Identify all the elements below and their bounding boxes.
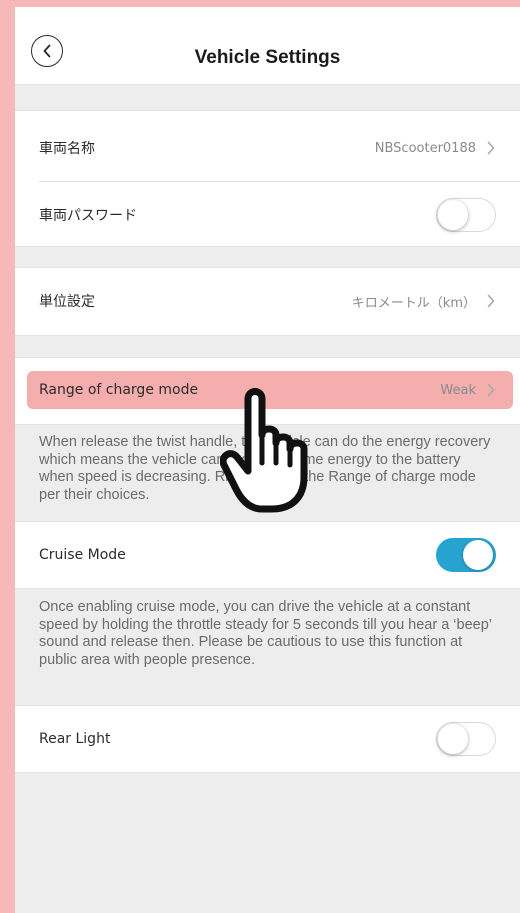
vehicle-name-label: 車両名称 — [39, 141, 95, 157]
cruise-mode-label: Cruise Mode — [39, 547, 126, 563]
rear-light-label: Rear Light — [39, 731, 111, 747]
units-row[interactable]: 単位設定 キロメートル（km） — [15, 268, 520, 334]
hand-pointer-icon — [220, 388, 308, 513]
cruise-mode-description: Once enabling cruise mode, you can drive… — [39, 599, 492, 668]
vehicle-password-label: 車両パスワード — [39, 208, 137, 224]
vehicle-password-row: 車両パスワード — [15, 182, 520, 248]
vehicle-name-row[interactable]: 車両名称 NBScooter0188 — [15, 115, 520, 181]
cruise-mode-row: Cruise Mode — [15, 522, 520, 588]
toggle-knob — [438, 724, 468, 754]
units-value: キロメートル（km） — [351, 295, 476, 311]
chevron-right-icon — [487, 294, 495, 308]
vehicle-name-value: NBScooter0188 — [374, 140, 476, 156]
rear-light-group: Rear Light — [15, 705, 520, 773]
page-title: Vehicle Settings — [194, 47, 341, 68]
charge-mode-value: Weak — [440, 382, 476, 398]
vehicle-password-toggle[interactable] — [436, 198, 496, 232]
rear-light-toggle[interactable] — [436, 722, 496, 756]
vehicle-group: 車両名称 NBScooter0188 車両パスワード — [15, 110, 520, 247]
toggle-knob — [463, 540, 493, 570]
units-label: 単位設定 — [39, 294, 95, 310]
toggle-knob — [438, 200, 468, 230]
chevron-right-icon — [487, 141, 495, 155]
rear-light-row: Rear Light — [15, 706, 520, 772]
cruise-mode-toggle[interactable] — [436, 538, 496, 572]
chevron-right-icon — [487, 383, 495, 397]
settings-screen: Vehicle Settings 車両名称 NBScooter0188 車両パス… — [15, 7, 520, 913]
nav-header: Vehicle Settings — [15, 7, 520, 85]
cruise-group: Cruise Mode — [15, 521, 520, 589]
units-group: 単位設定 キロメートル（km） — [15, 267, 520, 336]
